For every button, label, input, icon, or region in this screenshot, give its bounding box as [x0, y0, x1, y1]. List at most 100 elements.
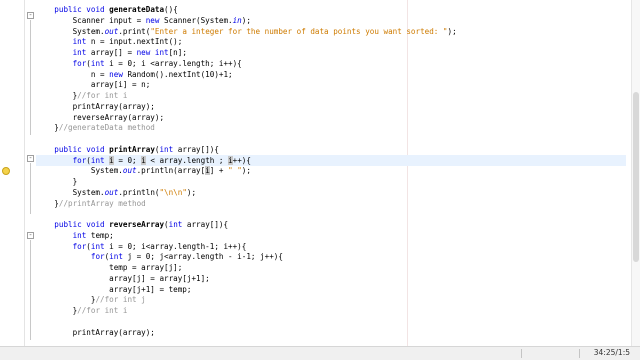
- code-line[interactable]: int n = input.nextInt();: [36, 36, 626, 47]
- code-line[interactable]: [36, 208, 626, 219]
- code-line[interactable]: System.out.println("\n\n");: [36, 187, 626, 198]
- code-token: in: [232, 15, 242, 25]
- code-line[interactable]: printArray(array);: [36, 327, 626, 338]
- code-token: array[i] = n;: [90, 80, 151, 90]
- code-line[interactable]: int temp;: [36, 230, 626, 241]
- code-token: int: [90, 58, 105, 68]
- code-token: printArray(array);: [72, 101, 155, 111]
- code-token: n = input.nextInt();: [86, 37, 183, 47]
- code-line[interactable]: for(int i = 0; i <array.length; i++){: [36, 58, 626, 69]
- code-token: array[] =: [86, 48, 137, 57]
- code-token: int: [72, 37, 87, 47]
- code-line[interactable]: array[j+1] = temp;: [36, 284, 626, 295]
- code-line[interactable]: public void generateData(){: [36, 4, 626, 15]
- code-line[interactable]: for(int i = 0; i<array.length-1; i++){: [36, 241, 626, 252]
- code-token: i = 0; i <array.length; i++){: [104, 58, 242, 68]
- code-line[interactable]: [36, 316, 626, 327]
- code-token: //printArray method: [58, 198, 146, 208]
- code-token: .print(: [118, 26, 151, 36]
- fold-toggle-icon[interactable]: -: [27, 232, 34, 239]
- code-line[interactable]: array[j] = array[j+1];: [36, 273, 626, 284]
- code-line[interactable]: public void printArray(int array[]){: [36, 144, 626, 155]
- code-line[interactable]: for(int i = 0; i < array.length ; i++){: [36, 154, 626, 166]
- code-token: temp;: [86, 230, 114, 240]
- code-token: public void: [54, 220, 110, 229]
- code-token: int: [168, 220, 183, 229]
- code-token: public void: [54, 5, 110, 14]
- code-line[interactable]: }//for int i: [36, 90, 626, 101]
- code-line[interactable]: }//for int j: [36, 294, 626, 305]
- code-line[interactable]: reverseArray(array);: [36, 112, 626, 123]
- code-line[interactable]: }//printArray method: [36, 198, 626, 209]
- code-area[interactable]: public void generateData(){ Scanner inpu…: [36, 4, 626, 344]
- code-token: < array.length ;: [145, 155, 229, 165]
- code-line[interactable]: public void reverseArray(int array[]){: [36, 219, 626, 230]
- code-token: int: [159, 144, 174, 154]
- code-token: .println(: [118, 187, 160, 197]
- code-token: (){: [164, 5, 178, 14]
- code-token: [n];: [168, 48, 187, 57]
- status-separator: [521, 349, 522, 358]
- code-token: temp = array[j];: [109, 263, 183, 272]
- code-token: reverseArray(array);: [72, 112, 165, 122]
- code-token: Scanner(System.: [159, 15, 233, 25]
- code-line[interactable]: n = new Random().nextInt(10)+1;: [36, 69, 626, 80]
- code-line[interactable]: printArray(array);: [36, 101, 626, 112]
- code-token: ] +: [209, 166, 229, 176]
- lightbulb-icon[interactable]: [2, 167, 10, 175]
- code-line[interactable]: System.out.print("Enter a integer for th…: [36, 26, 626, 37]
- code-line[interactable]: for(int j = 0; j<array.length - i-1; j++…: [36, 251, 626, 262]
- code-token: "\n\n": [159, 187, 187, 197]
- fold-toggle-icon[interactable]: -: [27, 155, 34, 162]
- code-token: = 0;: [113, 155, 142, 165]
- code-token: for: [72, 241, 87, 251]
- line-gutter[interactable]: [0, 0, 25, 346]
- code-line[interactable]: System.out.println(array[i] + " ");: [36, 165, 626, 176]
- fold-guide: [30, 163, 31, 214]
- code-token: array[j+1] = temp;: [109, 284, 192, 294]
- code-token: out: [122, 166, 137, 176]
- code-token: printArray: [109, 144, 155, 154]
- code-token: //for int i: [77, 91, 128, 100]
- scrollbar-thumb[interactable]: [633, 92, 639, 262]
- code-token: System.: [90, 166, 123, 176]
- code-token: for: [90, 252, 105, 262]
- code-token: );: [241, 15, 251, 25]
- code-editor[interactable]: - - - public void generateData(){ Scanne…: [0, 0, 640, 346]
- code-line[interactable]: [36, 133, 626, 144]
- code-token: out: [104, 26, 119, 36]
- code-token: array[j] = array[j+1];: [109, 273, 210, 283]
- code-line[interactable]: }//generateData method: [36, 122, 626, 133]
- code-line[interactable]: array[i] = n;: [36, 79, 626, 90]
- code-token: //generateData method: [58, 123, 155, 133]
- fold-toggle-icon[interactable]: -: [27, 12, 34, 19]
- code-token: generateData: [109, 5, 165, 14]
- code-token: i = 0; i<array.length-1; i++){: [104, 241, 247, 251]
- code-line[interactable]: Scanner input = new Scanner(System.in);: [36, 15, 626, 26]
- code-line[interactable]: }//for int i: [36, 305, 626, 316]
- vertical-scrollbar[interactable]: [631, 0, 640, 346]
- fold-guide: [30, 240, 31, 340]
- code-token: System.: [72, 26, 105, 36]
- code-token: public void: [54, 144, 110, 154]
- code-line[interactable]: int array[] = new int[n];: [36, 47, 626, 58]
- code-line[interactable]: }: [36, 176, 626, 187]
- code-line[interactable]: temp = array[j];: [36, 262, 626, 273]
